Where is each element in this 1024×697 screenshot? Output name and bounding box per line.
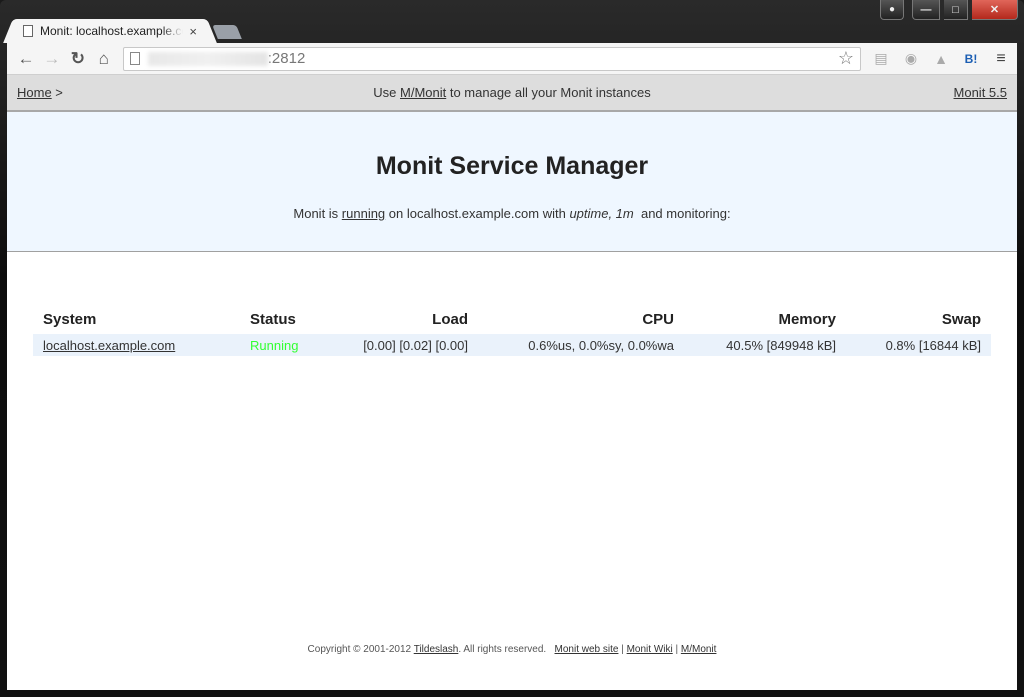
page-icon xyxy=(129,52,140,65)
promo-prefix: Use xyxy=(373,85,400,100)
forward-arrow-icon: → xyxy=(43,48,61,68)
home-link[interactable]: Home xyxy=(17,85,52,100)
cell-memory: 40.5% [849948 kB] xyxy=(684,334,846,356)
promo-suffix: to manage all your Monit instances xyxy=(446,85,651,100)
page-title: Monit Service Manager xyxy=(375,152,649,180)
col-status: Status xyxy=(250,310,296,328)
tab-title: Monit: localhost.example.com xyxy=(40,24,184,38)
reload-button[interactable]: ↻ xyxy=(65,46,91,72)
col-load: Load xyxy=(432,310,468,328)
forward-button[interactable]: → xyxy=(39,46,65,72)
address-bar[interactable]: :2812 ☆ xyxy=(122,46,861,71)
system-table: System Status Load CPU Memory Swap local… xyxy=(33,304,991,356)
monit-website-link[interactable]: Monit web site xyxy=(555,644,619,655)
tildeslash-link[interactable]: Tildeslash xyxy=(414,644,459,655)
window-controls: ● — □ ✕ xyxy=(880,0,1018,20)
monit-version-link[interactable]: Monit 5.5 xyxy=(954,85,1007,100)
back-arrow-icon: ← xyxy=(17,48,35,68)
table-header-row: System Status Load CPU Memory Swap xyxy=(33,304,991,334)
page-footer: Copyright © 2001-2012 Tildeslash. All ri… xyxy=(7,644,1017,655)
cell-swap: 0.8% [16844 kB] xyxy=(846,334,991,356)
footer-mmonit-link[interactable]: M/Monit xyxy=(681,644,717,655)
system-table-wrap: System Status Load CPU Memory Swap local… xyxy=(33,304,991,356)
home-button[interactable]: ⌂ xyxy=(91,46,117,72)
close-window-button[interactable]: ✕ xyxy=(972,0,1018,20)
hatena-bookmark-icon[interactable]: B! xyxy=(961,49,981,69)
profile-button[interactable]: ● xyxy=(880,0,904,20)
extension-icons: ▤ ◉ ▲ B! ≡ xyxy=(871,49,1011,69)
profile-icon: ● xyxy=(888,4,896,15)
page-icon xyxy=(23,25,33,37)
status-middle: on localhost.example.com with xyxy=(385,206,570,221)
running-link[interactable]: running xyxy=(342,206,385,221)
menu-icon[interactable]: ≡ xyxy=(991,49,1011,69)
uptime-value: uptime, 1m xyxy=(569,206,634,221)
monit-nav-bar: Home > Use M/Monit to manage all your Mo… xyxy=(7,75,1017,112)
cell-status: Running xyxy=(240,334,340,356)
tab-monit[interactable]: Monit: localhost.example.com × xyxy=(15,19,205,43)
maximize-icon: □ xyxy=(952,3,959,16)
camera-icon[interactable]: ◉ xyxy=(901,49,921,69)
system-link[interactable]: localhost.example.com xyxy=(43,338,175,353)
url-host-redacted xyxy=(147,51,268,66)
minimize-button[interactable]: — xyxy=(912,0,940,20)
page-header: Monit Service Manager Monit is running o… xyxy=(7,112,1017,252)
table-row: localhost.example.com Running [0.00] [0.… xyxy=(33,334,991,356)
drive-icon[interactable]: ▲ xyxy=(931,49,951,69)
status-prefix: Monit is xyxy=(293,206,342,221)
breadcrumb-separator: > xyxy=(51,85,63,100)
mmonit-promo: Use M/Monit to manage all your Monit ins… xyxy=(7,85,1017,100)
url-port: :2812 xyxy=(267,50,306,67)
maximize-button[interactable]: □ xyxy=(944,0,968,20)
back-button[interactable]: ← xyxy=(13,46,39,72)
status-line: Monit is running on localhost.example.co… xyxy=(7,206,1017,221)
col-system: System xyxy=(43,310,97,328)
col-swap: Swap xyxy=(941,310,981,328)
status-suffix: and monitoring: xyxy=(633,206,731,221)
new-tab-button[interactable] xyxy=(212,25,242,39)
rights-text: . All rights reserved. xyxy=(458,644,555,655)
cell-system: localhost.example.com xyxy=(33,334,240,356)
monit-wiki-link[interactable]: Monit Wiki xyxy=(627,644,673,655)
browser-window: ● — □ ✕ Monit: localhost.example.com × ←… xyxy=(0,0,1024,697)
footer-separator: | xyxy=(672,644,681,655)
cell-cpu: 0.6%us, 0.0%sy, 0.0%wa xyxy=(478,334,684,356)
reader-icon[interactable]: ▤ xyxy=(871,49,891,69)
reload-icon: ↻ xyxy=(70,48,85,68)
bookmark-star-icon[interactable]: ☆ xyxy=(838,48,854,69)
col-cpu: CPU xyxy=(642,310,674,328)
home-icon: ⌂ xyxy=(98,48,109,68)
col-memory: Memory xyxy=(778,310,836,328)
browser-toolbar: ← → ↻ ⌂ :2812 ☆ ▤ ◉ ▲ B! ≡ xyxy=(7,43,1017,75)
close-icon: ✕ xyxy=(989,4,1000,16)
page-viewport: Home > Use M/Monit to manage all your Mo… xyxy=(7,75,1017,690)
footer-separator: | xyxy=(618,644,627,655)
tab-close-icon[interactable]: × xyxy=(189,24,197,39)
copyright-text: Copyright © 2001-2012 xyxy=(307,644,414,655)
mmonit-link[interactable]: M/Monit xyxy=(400,85,446,100)
breadcrumb: Home > xyxy=(17,85,63,100)
version-info: Monit 5.5 xyxy=(954,85,1007,100)
cell-load: [0.00] [0.02] [0.00] xyxy=(340,334,478,356)
minimize-icon: — xyxy=(920,3,932,16)
